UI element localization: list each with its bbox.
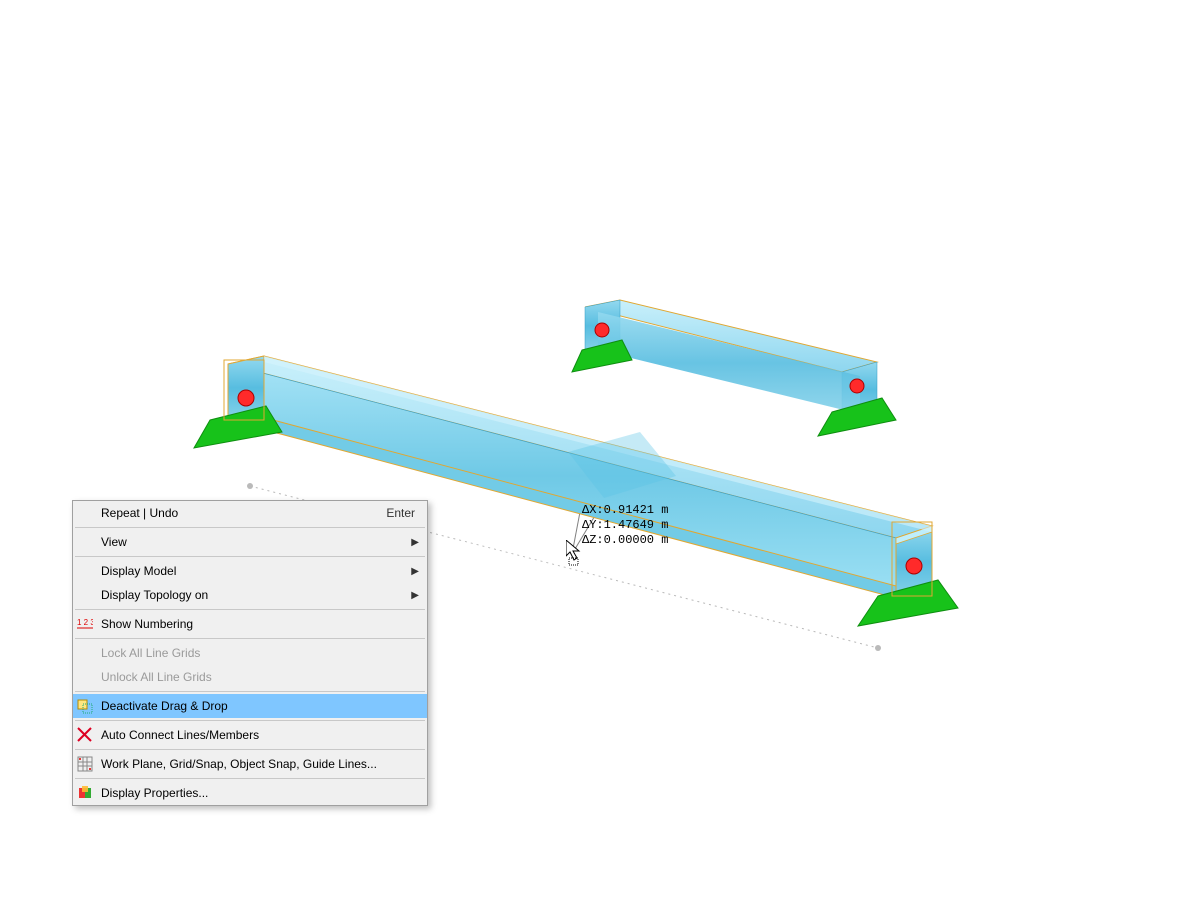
context-menu: Repeat | Undo Enter View ▶ Display Model… [72,500,428,806]
menu-separator [75,691,425,692]
delta-readout: ΔX:0.91421 m ΔY:1.47649 m ΔZ:0.00000 m [582,503,668,548]
menu-deactivate-drag-drop[interactable]: Deactivate Drag & Drop [73,694,427,718]
menu-separator [75,609,425,610]
submenu-arrow-icon: ▶ [411,566,419,577]
delta-z-row: ΔZ:0.00000 m [582,533,668,547]
numbering-icon: 1 2 3 [73,612,97,636]
blank-icon [73,641,97,665]
menu-separator [75,749,425,750]
menu-separator [75,638,425,639]
blank-icon [73,559,97,583]
menu-separator [75,556,425,557]
menu-display-model[interactable]: Display Model ▶ [73,559,427,583]
menu-display-topology-on[interactable]: Display Topology on ▶ [73,583,427,607]
drag-drop-icon [73,694,97,718]
menu-auto-connect[interactable]: Auto Connect Lines/Members [73,723,427,747]
blank-icon [73,665,97,689]
menu-unlock-all-line-grids: Unlock All Line Grids [73,665,427,689]
menu-show-numbering[interactable]: 1 2 3 Show Numbering [73,612,427,636]
menu-display-properties[interactable]: Display Properties... [73,781,427,805]
menu-separator [75,778,425,779]
menu-repeat-undo[interactable]: Repeat | Undo Enter [73,501,427,525]
svg-text:1 2 3: 1 2 3 [77,618,93,627]
auto-connect-icon [73,723,97,747]
display-properties-icon [73,781,97,805]
menu-view[interactable]: View ▶ [73,530,427,554]
accel-label: Enter [386,506,419,520]
grid-icon [73,752,97,776]
delta-y-row: ΔY:1.47649 m [582,518,668,532]
submenu-arrow-icon: ▶ [411,590,419,601]
blank-icon [73,583,97,607]
submenu-arrow-icon: ▶ [411,537,419,548]
menu-work-plane[interactable]: Work Plane, Grid/Snap, Object Snap, Guid… [73,752,427,776]
blank-icon [73,501,97,525]
menu-lock-all-line-grids: Lock All Line Grids [73,641,427,665]
blank-icon [73,530,97,554]
menu-separator [75,720,425,721]
delta-x-row: ΔX:0.91421 m [582,503,668,517]
menu-separator [75,527,425,528]
